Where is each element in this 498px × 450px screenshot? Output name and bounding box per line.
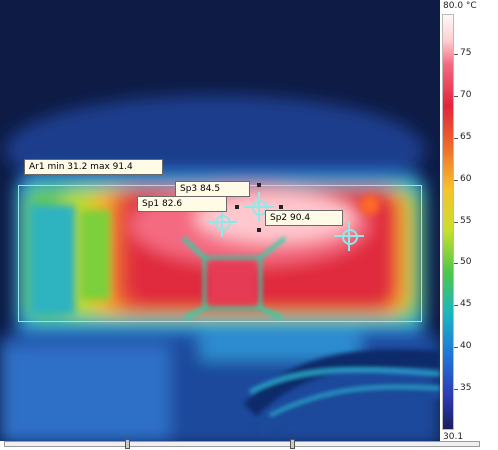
colorbar-tick: 70 (453, 90, 472, 100)
spot-label-sp2: Sp2 90.4 (265, 210, 343, 226)
colorbar-max-label: 80.0 °C (443, 1, 477, 11)
colorbar-tick: 60 (453, 174, 472, 184)
temperature-colorbar (442, 14, 454, 430)
crosshair-icon (342, 229, 358, 245)
resize-handle-icon[interactable] (279, 205, 283, 209)
level-span-slider[interactable] (4, 441, 480, 447)
colorbar-tick: 50 (453, 257, 472, 267)
resize-handle-icon[interactable] (257, 183, 261, 187)
colorbar-tick: 55 (453, 216, 472, 226)
slider-thumb-icon[interactable] (125, 439, 130, 449)
colorbar-tick: 65 (453, 132, 472, 142)
spot-label-sp1: Sp1 82.6 (137, 196, 227, 212)
colorbar-tick: 45 (453, 299, 472, 309)
colorbar-tick: 40 (453, 341, 472, 351)
colorbar-tick: 75 (453, 48, 472, 58)
colorbar-tick: 35 (453, 383, 472, 393)
spot-label-sp3: Sp3 84.5 (175, 181, 250, 197)
crosshair-icon (215, 215, 231, 231)
slider-thumb-icon[interactable] (290, 439, 295, 449)
thermal-image-viewer[interactable]: Ar1 min 31.2 max 91.4 Sp3 84.5 Sp1 82.6 … (0, 0, 440, 441)
resize-handle-icon[interactable] (257, 228, 261, 232)
area-label-ar1: Ar1 min 31.2 max 91.4 (24, 159, 163, 175)
resize-handle-icon[interactable] (235, 205, 239, 209)
